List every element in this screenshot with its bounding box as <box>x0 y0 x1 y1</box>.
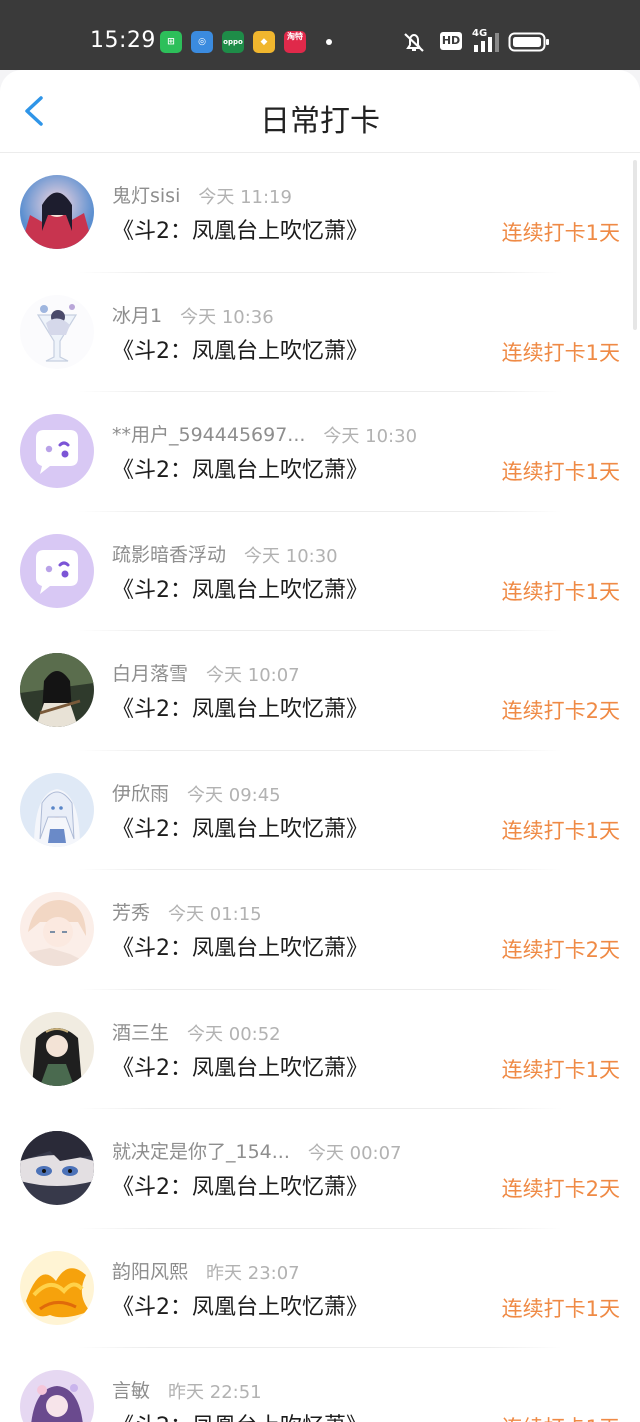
avatar[interactable] <box>20 414 94 488</box>
checkin-row[interactable]: 言敏昨天 22:51 《斗2：凤凰台上吹忆萧》 连续打卡1天 <box>0 1348 640 1422</box>
streak-label: 连续打卡1天 <box>501 221 620 245</box>
checkin-time: 今天 00:52 <box>187 1023 281 1045</box>
username[interactable]: 疏影暗香浮动 <box>112 540 226 567</box>
avatar[interactable] <box>20 772 94 847</box>
wechat-mini-icon: ⊞ <box>160 31 182 53</box>
username[interactable]: 冰月1 <box>112 301 162 328</box>
streak-label: 连续打卡1天 <box>502 1412 620 1422</box>
book-title[interactable]: 《斗2：凤凰台上吹忆萧》 <box>112 691 368 723</box>
avatar[interactable] <box>20 1011 94 1086</box>
checkin-row[interactable]: 疏影暗香浮动 今天 10:30 《斗2：凤凰台上吹忆萧》 连续打卡1天 <box>0 512 640 631</box>
checkin-row[interactable]: 韵阳风熙 昨天 23:07 《斗2：凤凰台上吹忆萧》 连续打卡1天 <box>0 1229 640 1348</box>
streak-label: 连续打卡1天 <box>501 460 620 484</box>
hd-badge: HD <box>440 32 462 50</box>
oppo-icon: oppo <box>222 31 244 53</box>
username[interactable]: **用户_594445697... <box>112 420 305 447</box>
page-title: 日常打卡 <box>260 104 380 139</box>
username[interactable]: 白月落雪 <box>112 659 188 686</box>
checkin-row[interactable]: 冰月1 今天 10:36 《斗2：凤凰台上吹忆萧》 连续打卡1天 <box>0 273 640 392</box>
avatar[interactable] <box>20 892 94 966</box>
checkin-time: 今天 01:15 <box>168 904 262 925</box>
book-title[interactable]: 《斗2：凤凰台上吹忆萧》 <box>112 1408 368 1422</box>
taote-icon: 淘特 <box>284 31 306 53</box>
username[interactable]: 就决定是你了_154... <box>112 1137 290 1164</box>
checkin-time: 今天 09:45 <box>187 784 281 806</box>
avatar[interactable] <box>20 1250 94 1325</box>
book-title[interactable]: 《斗2：凤凰台上吹忆萧》 <box>112 452 368 484</box>
browser-icon: ◎ <box>191 31 213 53</box>
more-notifications-dot <box>326 39 332 45</box>
streak-label: 连续打卡1天 <box>501 579 620 604</box>
book-title[interactable]: 《斗2：凤凰台上吹忆萧》 <box>112 1289 368 1321</box>
username[interactable]: 酒三生 <box>112 1018 169 1045</box>
checkin-time: 今天 10:30 <box>244 545 338 567</box>
book-title[interactable]: 《斗2：凤凰台上吹忆萧》 <box>112 811 368 843</box>
avatar[interactable] <box>20 1370 94 1422</box>
streak-label: 连续打卡2天 <box>501 1177 620 1201</box>
streak-label: 连续打卡1天 <box>501 1057 620 1082</box>
streak-label: 连续打卡1天 <box>501 1296 620 1321</box>
username[interactable]: 韵阳风熙 <box>112 1257 188 1284</box>
checkin-row[interactable]: 酒三生 今天 00:52 《斗2：凤凰台上吹忆萧》 连续打卡1天 <box>0 990 640 1109</box>
book-title[interactable]: 《斗2：凤凰台上吹忆萧》 <box>112 1169 368 1201</box>
avatar[interactable] <box>20 653 94 727</box>
nav-header: 日常打卡 <box>0 70 640 153</box>
book-title[interactable]: 《斗2：凤凰台上吹忆萧》 <box>112 213 368 245</box>
username[interactable]: 芳秀 <box>112 898 150 925</box>
checkin-time: 今天 10:36 <box>180 306 274 328</box>
status-bar: 15:29 ⊞ ◎ oppo ◆ 淘特 HD 4G <box>0 0 640 70</box>
streak-label: 连续打卡2天 <box>501 938 620 962</box>
checkin-time: 今天 10:30 <box>323 426 418 447</box>
book-title[interactable]: 《斗2：凤凰台上吹忆萧》 <box>112 333 368 365</box>
streak-label: 连续打卡1天 <box>501 340 620 365</box>
checkin-time: 今天 11:19 <box>198 187 292 208</box>
checkin-time: 今天 00:07 <box>307 1143 402 1164</box>
mute-icon <box>404 33 424 52</box>
username[interactable]: 鬼灯sisi <box>112 181 180 208</box>
username[interactable]: 言敏 <box>112 1376 150 1403</box>
avatar[interactable] <box>20 533 94 608</box>
book-title[interactable]: 《斗2：凤凰台上吹忆萧》 <box>112 1050 368 1082</box>
checkin-row[interactable]: 芳秀 今天 01:15 《斗2：凤凰台上吹忆萧》 连续打卡2天 <box>0 870 640 990</box>
avatar[interactable] <box>20 1131 94 1205</box>
signal-icon <box>474 33 499 52</box>
status-time: 15:29 <box>90 28 156 53</box>
battery-icon <box>508 32 549 52</box>
streak-label: 连续打卡1天 <box>501 818 620 843</box>
checkin-row[interactable]: 伊欣雨 今天 09:45 《斗2：凤凰台上吹忆萧》 连续打卡1天 <box>0 751 640 870</box>
checkin-time: 今天 10:07 <box>206 665 300 686</box>
book-title[interactable]: 《斗2：凤凰台上吹忆萧》 <box>112 572 368 604</box>
checkin-time: 昨天 22:51 <box>168 1382 262 1403</box>
checkin-row[interactable]: 就决定是你了_154... 今天 00:07 《斗2：凤凰台上吹忆萧》 连续打卡2天 <box>0 1109 640 1229</box>
checkin-row[interactable]: 鬼灯sisi 今天 11:19 《斗2：凤凰台上吹忆萧》 连续打卡1天 <box>0 153 640 273</box>
checkin-row[interactable]: **用户_594445697... 今天 10:30 《斗2：凤凰台上吹忆萧》 连续打… <box>0 392 640 512</box>
avatar[interactable] <box>20 294 94 369</box>
checkin-row[interactable]: 白月落雪 今天 10:07 《斗2：凤凰台上吹忆萧》 连续打卡2天 <box>0 631 640 751</box>
scrollbar[interactable] <box>633 160 637 330</box>
book-title[interactable]: 《斗2：凤凰台上吹忆萧》 <box>112 930 368 962</box>
username[interactable]: 伊欣雨 <box>112 779 169 806</box>
coin-app-icon: ◆ <box>253 31 275 53</box>
checkin-time: 昨天 23:07 <box>206 1262 300 1284</box>
avatar[interactable] <box>20 175 94 249</box>
checkin-list[interactable]: 鬼灯sisi 今天 11:19 《斗2：凤凰台上吹忆萧》 连续打卡1天 冰月1 今天 1… <box>0 153 640 1422</box>
streak-label: 连续打卡2天 <box>501 699 620 723</box>
